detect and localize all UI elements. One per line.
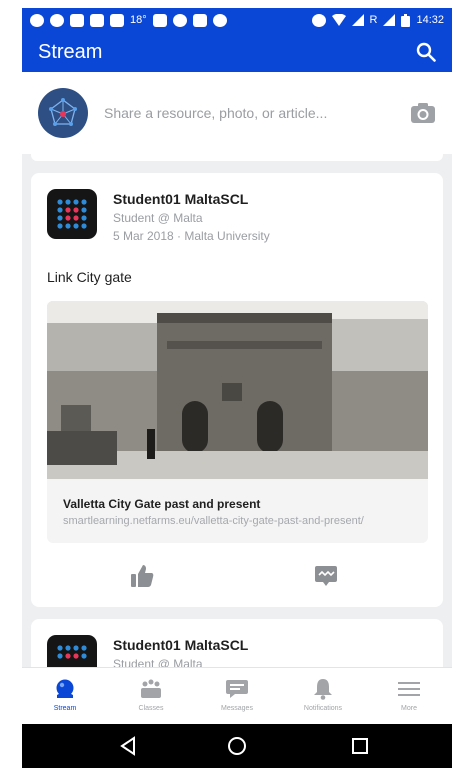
page-title: Stream xyxy=(38,40,103,63)
status-system-icons: R 14:32 xyxy=(311,13,444,27)
nav-more[interactable]: More xyxy=(366,668,452,724)
messages-icon xyxy=(226,680,248,698)
wifi-icon xyxy=(331,14,346,26)
battery-icon xyxy=(401,13,411,27)
like-icon[interactable] xyxy=(129,563,159,591)
menu-icon xyxy=(398,682,420,696)
dots-logo-icon xyxy=(57,645,87,659)
dots-logo-icon xyxy=(57,199,87,229)
nav-messages[interactable]: Messages xyxy=(194,668,280,724)
comment-icon[interactable] xyxy=(313,563,343,591)
phone-screen: 18° R 14:32 Stream Share a resource, pho… xyxy=(22,8,452,768)
post-card: Student01 MaltaSCL Student @ Malta 5 Mar… xyxy=(31,173,443,607)
post-text: Link City gate xyxy=(47,269,132,285)
author-role: Student @ Malta xyxy=(113,211,203,225)
location-icon xyxy=(172,13,187,27)
search-icon[interactable] xyxy=(416,42,436,62)
nav-label: Classes xyxy=(138,705,164,712)
link-preview[interactable]: Valletta City Gate past and present smar… xyxy=(47,301,428,543)
recents-icon[interactable] xyxy=(352,738,368,754)
nav-label: Stream xyxy=(53,705,77,712)
nav-label: Notifications xyxy=(303,705,343,712)
author-avatar[interactable] xyxy=(47,635,97,667)
user-avatar[interactable] xyxy=(38,88,88,138)
bell-icon xyxy=(314,679,332,700)
post-card: Student01 MaltaSCL Student @ Malta xyxy=(31,619,443,667)
author-name[interactable]: Student01 MaltaSCL xyxy=(113,191,270,207)
youtube-icon xyxy=(152,13,167,27)
nav-notifications[interactable]: Notifications xyxy=(280,668,366,724)
status-bar: 18° R 14:32 xyxy=(22,8,452,32)
menu-notification-icon xyxy=(110,13,124,27)
post-actions xyxy=(31,563,443,593)
stream-icon xyxy=(56,679,74,698)
facebook-icon xyxy=(90,13,104,27)
home-icon[interactable] xyxy=(228,737,246,755)
stream-feed[interactable]: Share a resource, photo, or article... S… xyxy=(22,72,452,667)
back-icon[interactable] xyxy=(120,736,135,756)
status-notification-icons: 18° xyxy=(30,13,227,27)
sports-icon xyxy=(212,13,227,27)
share-input[interactable]: Share a resource, photo, or article... xyxy=(104,105,410,121)
network-logo-icon xyxy=(49,98,77,126)
gallery-notification-icon xyxy=(70,13,84,27)
chat-notification-icon xyxy=(50,13,64,27)
system-navigation-bar xyxy=(22,724,452,768)
post-header: Student01 MaltaSCL Student @ Malta xyxy=(47,635,248,667)
signal-2-icon xyxy=(383,14,396,26)
nav-label: More xyxy=(401,705,417,712)
network-text: R xyxy=(369,14,378,26)
link-url[interactable]: smartlearning.netfarms.eu/valletta-city-… xyxy=(63,515,364,527)
signal-icon xyxy=(351,14,364,26)
data-saver-icon xyxy=(311,13,326,27)
clipboard-icon xyxy=(192,13,207,27)
camera-icon[interactable] xyxy=(410,102,436,124)
share-composer[interactable]: Share a resource, photo, or article... xyxy=(22,72,452,154)
nav-classes[interactable]: Classes xyxy=(108,668,194,724)
nav-stream[interactable]: Stream xyxy=(22,668,108,724)
post-date: 5 Mar 2018 · Malta University xyxy=(113,229,270,243)
nav-label: Messages xyxy=(221,705,253,712)
link-preview-image[interactable] xyxy=(47,301,428,479)
bottom-navigation: Stream Classes Messages Notifications Mo… xyxy=(22,667,452,724)
previous-card-bottom xyxy=(31,154,443,161)
classes-icon xyxy=(141,679,161,698)
author-name[interactable]: Student01 MaltaSCL xyxy=(113,637,248,653)
post-meta: Student01 MaltaSCL Student @ Malta xyxy=(113,635,248,667)
post-header: Student01 MaltaSCL Student @ Malta 5 Mar… xyxy=(47,189,270,243)
temperature-text: 18° xyxy=(130,14,147,26)
author-avatar[interactable] xyxy=(47,189,97,239)
app-notification-icon xyxy=(30,13,44,27)
app-bar: Stream xyxy=(22,32,452,72)
author-role: Student @ Malta xyxy=(113,657,203,667)
link-title[interactable]: Valletta City Gate past and present xyxy=(63,497,260,511)
clock-text: 14:32 xyxy=(416,14,444,26)
post-meta: Student01 MaltaSCL Student @ Malta 5 Mar… xyxy=(113,189,270,243)
